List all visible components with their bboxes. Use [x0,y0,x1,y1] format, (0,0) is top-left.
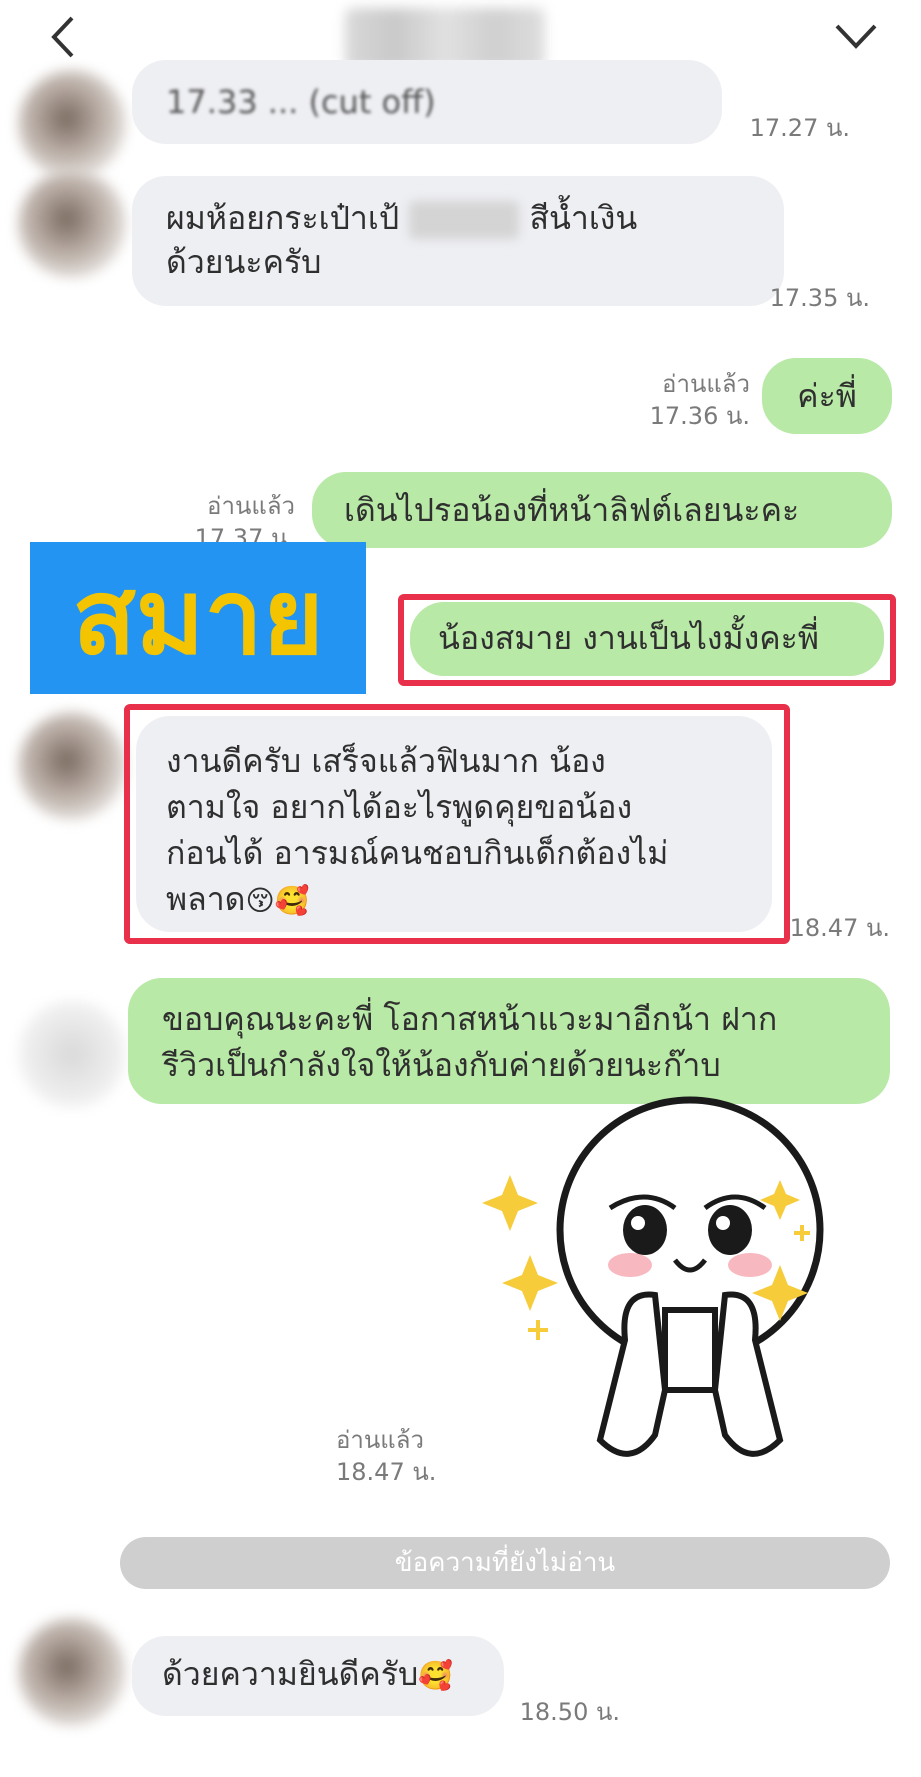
message-time: 17.35 น. [769,284,870,312]
avatar [18,1000,126,1108]
message-time: 18.50 น. [519,1698,620,1726]
name-tag-label: สมาย [30,542,366,694]
message-time: 17.27 น. [749,114,850,142]
message-bubble-outgoing: ขอบคุณนะคะพี่ โอกาสหน้าแวะมาอีกน้า ฝาก ร… [128,978,890,1104]
redacted-text [409,201,520,239]
unread-divider: ข้อความที่ยังไม่อ่าน [120,1537,890,1589]
chevron-down-icon[interactable] [831,14,881,58]
smiling-face-sticker[interactable] [480,1090,860,1510]
read-receipt: อ่านแล้ว 18.47 น. [336,1426,437,1486]
message-bubble-outgoing: เดินไปรอน้องที่หน้าลิฟต์เลยนะคะ [312,472,892,548]
highlight-box [398,594,896,686]
message-bubble-incoming: 17.33 ... (cut off) [132,60,722,144]
read-receipt: อ่านแล้ว 17.36 น. [649,370,750,430]
message-bubble-incoming: ผมห้อยกระเป๋าเป้ สีน้ำเงิน ด้วยนะครับ [132,176,784,306]
avatar[interactable] [18,170,126,278]
emoji: 🥰 [418,1659,454,1692]
message-bubble-outgoing: ค่ะพี่ [762,358,892,434]
message-text-line: ด้วยนะครับ [166,243,322,281]
message-text-line: ผมห้อยกระเป๋าเป้ สีน้ำเงิน [166,199,638,239]
message-time: 18.47 น. [789,914,890,942]
message-bubble-incoming: ด้วยความยินดีครับ🥰 [132,1636,504,1716]
avatar[interactable] [18,712,126,820]
avatar[interactable] [18,70,126,178]
chevron-left-icon[interactable] [40,12,90,62]
highlight-box [124,704,790,944]
avatar[interactable] [18,1618,126,1726]
